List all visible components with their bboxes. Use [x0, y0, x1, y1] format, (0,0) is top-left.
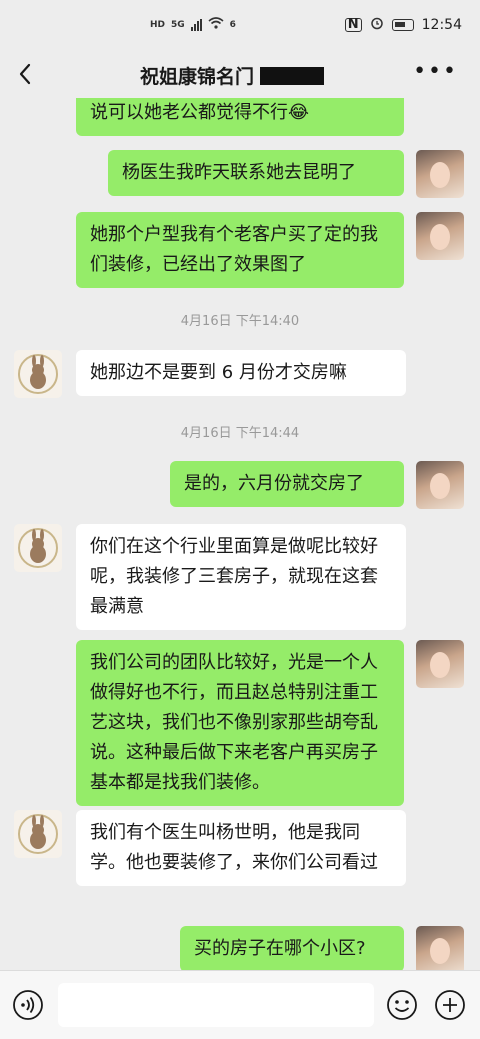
message-bubble[interactable]: 我们有个医生叫杨世明，他是我同学。他也要装修了，来你们公司看过: [76, 810, 406, 886]
message-theirs: 她那边不是要到 6 月份才交房嘛: [14, 350, 406, 398]
network-badge: 5G: [171, 20, 185, 30]
rabbit-icon: [18, 528, 58, 568]
message-bubble[interactable]: 是的，六月份就交房了: [170, 461, 404, 507]
status-right: N 12:54: [344, 16, 462, 34]
chat-header: 祝姐康锦名门 •••: [0, 50, 480, 98]
signal-icon: [190, 19, 202, 31]
message-bubble[interactable]: 买的房子在哪个小区?: [180, 926, 404, 970]
timestamp: 4月16日 下午14:44: [180, 426, 300, 441]
message-bubble[interactable]: 杨医生我昨天联系她去昆明了: [108, 150, 404, 196]
message-input[interactable]: [58, 983, 374, 1027]
page-title: 祝姐康锦名门: [140, 66, 255, 88]
message-mine: 她那个户型我有个老客户买了定的我们装修，已经出了效果图了: [76, 212, 464, 288]
message-bubble[interactable]: 你们在这个行业里面算是做呢比较好呢，我装修了三套房子，就现在这套最满意: [76, 524, 406, 630]
message-mine: 买的房子在哪个小区?: [180, 926, 464, 970]
avatar-self[interactable]: [416, 150, 464, 198]
nfc-icon: N: [344, 18, 362, 32]
avatar-self[interactable]: [416, 461, 464, 509]
clock: 12:54: [421, 17, 462, 33]
redaction-bar: [260, 66, 325, 85]
rabbit-icon: [18, 354, 58, 394]
message-bubble[interactable]: 我们公司的团队比较好，光是一个人做得好也不行，而且赵总特别注重工艺这块，我们也不…: [76, 640, 404, 806]
message-mine: 我们公司的团队比较好，光是一个人做得好也不行，而且赵总特别注重工艺这块，我们也不…: [76, 640, 464, 806]
message-theirs: 你们在这个行业里面算是做呢比较好呢，我装修了三套房子，就现在这套最满意: [14, 524, 406, 630]
plus-icon[interactable]: [434, 989, 466, 1021]
avatar-self[interactable]: [416, 926, 464, 970]
voice-icon[interactable]: [12, 989, 44, 1021]
message-mine: 是的，六月份就交房了: [170, 461, 464, 509]
avatar-self[interactable]: [416, 212, 464, 260]
emoji-icon[interactable]: [386, 989, 418, 1021]
timestamp: 4月16日 下午14:40: [180, 314, 300, 329]
alarm-icon: [370, 16, 384, 34]
message-bubble[interactable]: 说可以她老公都觉得不行😂: [76, 98, 404, 136]
message-theirs: 我们有个医生叫杨世明，他是我同学。他也要装修了，来你们公司看过: [14, 810, 406, 886]
chat-list[interactable]: 说可以她老公都觉得不行😂 杨医生我昨天联系她去昆明了 她那个户型我有个老客户买了…: [0, 98, 480, 970]
avatar-self[interactable]: [416, 640, 464, 688]
input-bar: [0, 970, 480, 1039]
avatar-contact[interactable]: [14, 350, 62, 398]
network-indicators: HD 5G 6: [150, 17, 236, 33]
chat-title: 祝姐康锦名门: [140, 62, 325, 89]
avatar-contact[interactable]: [14, 810, 62, 858]
hd-badge: HD: [150, 20, 166, 30]
wifi-badge: 6: [229, 20, 236, 30]
status-bar: HD 5G 6 N 12:54: [0, 0, 480, 50]
rabbit-icon: [18, 814, 58, 854]
message-bubble[interactable]: 她那边不是要到 6 月份才交房嘛: [76, 350, 406, 396]
message-mine: 说可以她老公都觉得不行😂: [76, 98, 404, 136]
battery-icon: [391, 19, 414, 31]
wifi-icon: [208, 17, 224, 33]
avatar-contact[interactable]: [14, 524, 62, 572]
chevron-left-icon[interactable]: [14, 62, 38, 86]
message-mine: 杨医生我昨天联系她去昆明了: [108, 150, 464, 198]
message-bubble[interactable]: 她那个户型我有个老客户买了定的我们装修，已经出了效果图了: [76, 212, 404, 288]
